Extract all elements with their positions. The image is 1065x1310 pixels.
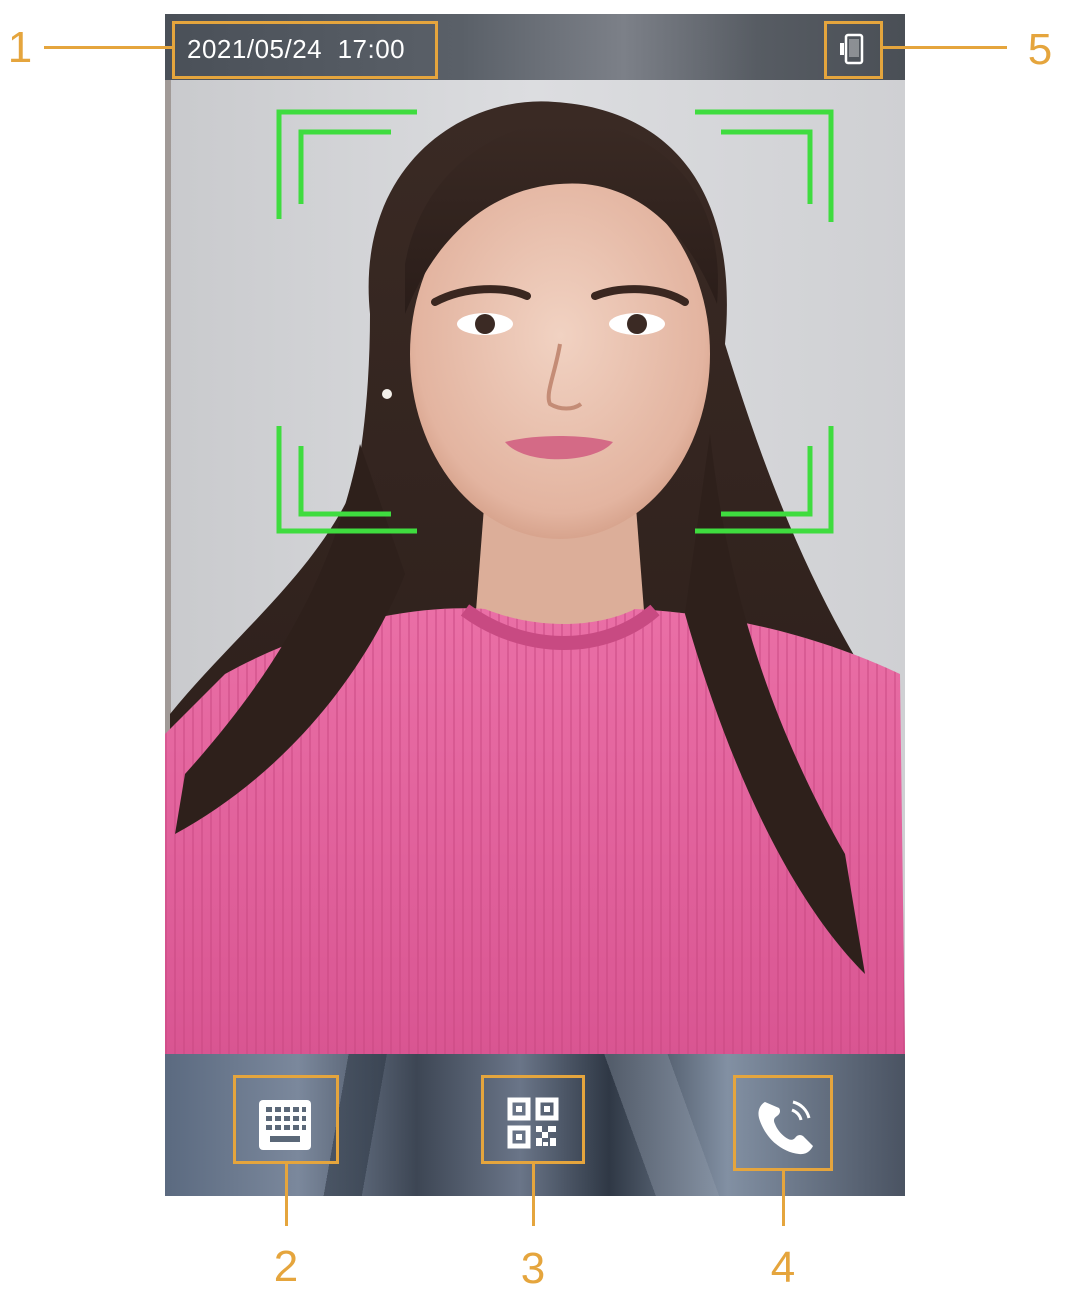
callout-number-1: 1	[7, 23, 33, 72]
callout-line-1	[44, 46, 172, 49]
camera-feed-image	[165, 14, 905, 1196]
callout-box-status-icon	[824, 21, 883, 79]
callout-number-4: 4	[770, 1243, 796, 1292]
callout-box-keypad	[233, 1075, 339, 1164]
device-screen: 2021/05/24 17:00	[165, 14, 905, 1196]
callout-line-5	[883, 46, 1007, 49]
callout-line-2	[285, 1164, 288, 1226]
callout-number-5: 5	[1027, 25, 1053, 74]
callout-box-datetime	[172, 21, 438, 79]
callout-line-3	[532, 1164, 535, 1226]
callout-box-call	[733, 1075, 833, 1171]
callout-number-2: 2	[273, 1242, 299, 1291]
callout-box-qr	[481, 1075, 585, 1164]
callout-number-3: 3	[520, 1244, 546, 1293]
callout-line-4	[782, 1171, 785, 1226]
